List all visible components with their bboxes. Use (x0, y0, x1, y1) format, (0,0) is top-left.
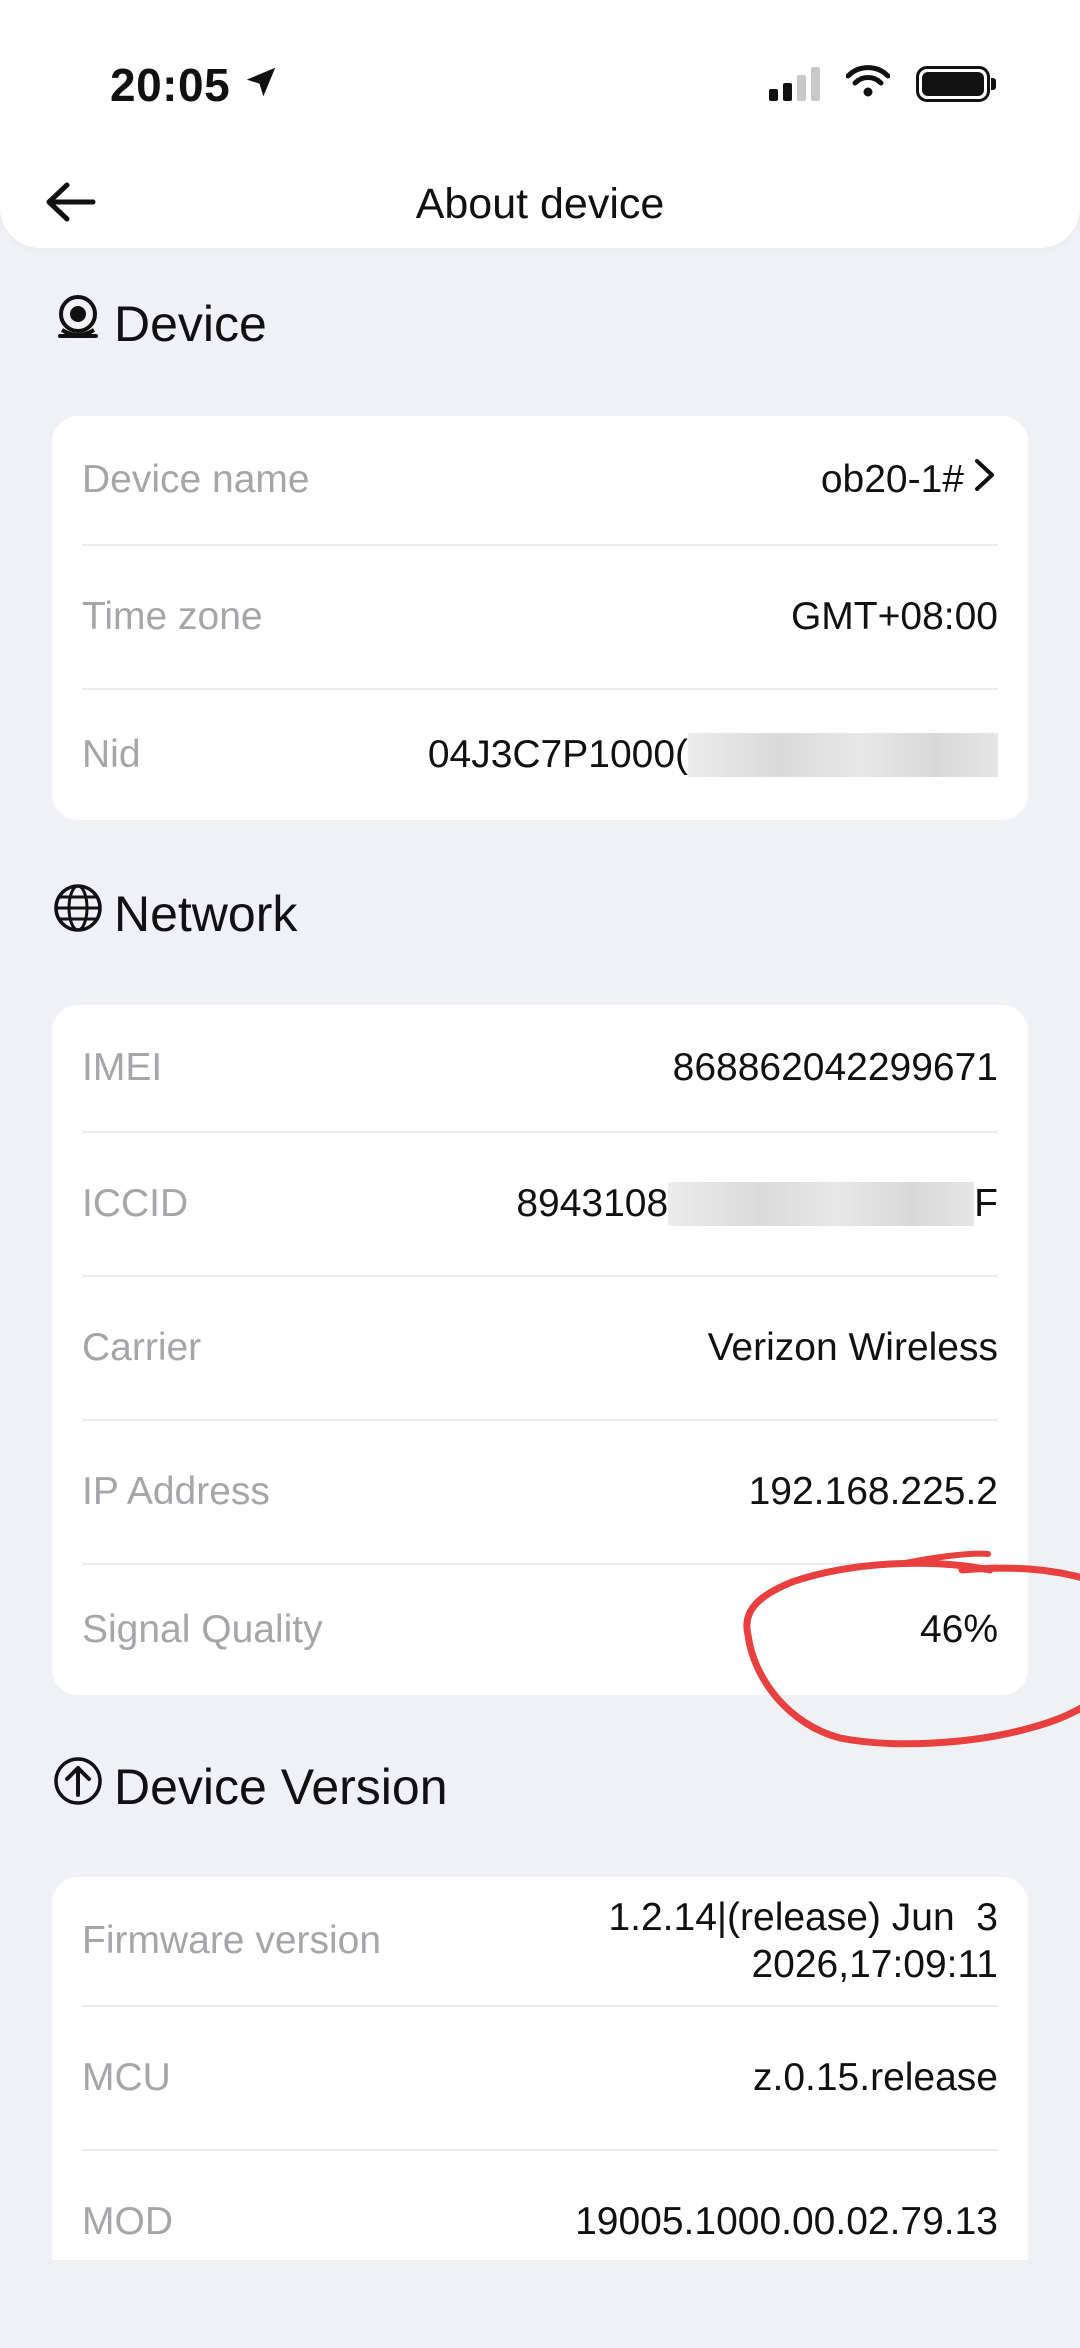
row-label: Nid (82, 733, 141, 776)
location-arrow-icon (242, 58, 280, 112)
wifi-icon (845, 64, 891, 103)
section-title-text: Device Version (114, 1759, 448, 1815)
section-title-text: Network (114, 886, 298, 942)
nid-row: Nid 04J3C7P1000( (82, 690, 998, 820)
nav-bar: About device (0, 160, 1080, 248)
status-time: 20:05 (110, 58, 280, 112)
time-zone-row: Time zone GMT+08:00 (82, 546, 998, 690)
row-value: ob20-1# (821, 457, 998, 503)
camera-icon (52, 292, 104, 356)
network-card: IMEI 868862042299671 ICCID 8943108 F Car… (52, 1005, 1028, 1695)
cellular-signal-icon (769, 66, 820, 101)
imei-row: IMEI 868862042299671 (82, 1005, 998, 1133)
status-time-text: 20:05 (110, 59, 231, 111)
nid-value: 04J3C7P1000( (428, 733, 998, 777)
version-card: Firmware version 1.2.14|(release) Jun 3 … (52, 1877, 1028, 2260)
imei-value: 868862042299671 (672, 1046, 998, 1089)
section-title-text: Device (114, 296, 267, 352)
status-bar: 20:05 (0, 0, 1080, 160)
row-label: Device name (82, 458, 310, 501)
iccid-row: ICCID 8943108 F (82, 1133, 998, 1277)
section-title-version: Device Version (52, 1755, 448, 1819)
device-name-value: ob20-1# (820, 458, 964, 501)
arrow-up-circle-icon (52, 1755, 104, 1819)
chevron-right-icon (964, 457, 998, 503)
firmware-version-row: Firmware version 1.2.14|(release) Jun 3 … (82, 1877, 998, 2007)
carrier-row: Carrier Verizon Wireless (82, 1277, 998, 1421)
nid-value-text: 04J3C7P1000( (427, 733, 688, 776)
row-label: IP Address (82, 1470, 270, 1513)
row-label: IMEI (82, 1046, 163, 1089)
page-title: About device (415, 180, 665, 228)
row-label: ICCID (82, 1182, 189, 1225)
row-label: MOD (82, 2200, 173, 2243)
row-label: Time zone (82, 595, 263, 638)
section-title-device: Device (52, 292, 267, 356)
iccid-value-text: 8943108 (516, 1182, 669, 1225)
redacted-block (668, 1182, 975, 1226)
iccid-value-suffix: F (974, 1182, 998, 1225)
iccid-value: 8943108 F (516, 1182, 998, 1226)
signal-quality-value: 46% (919, 1608, 998, 1651)
device-name-row[interactable]: Device name ob20-1# (82, 416, 998, 546)
mod-row: MOD 19005.1000.00.02.79.13 (82, 2151, 998, 2260)
row-label: MCU (82, 2056, 171, 2099)
firmware-version-line1: 1.2.14|(release) Jun 3 (608, 1896, 998, 1939)
redacted-block (688, 733, 998, 777)
ip-address-row: IP Address 192.168.225.2 (82, 1421, 998, 1565)
row-label: Firmware version (82, 1919, 382, 1962)
mcu-row: MCU z.0.15.release (82, 2007, 998, 2151)
device-card: Device name ob20-1# Time zone GMT+08:00 … (52, 416, 1028, 820)
time-zone-value: GMT+08:00 (790, 595, 998, 638)
section-title-network: Network (52, 882, 297, 946)
ip-address-value: 192.168.225.2 (748, 1470, 998, 1513)
firmware-version-value: 1.2.14|(release) Jun 3 2026,17:09:11 (608, 1894, 998, 1988)
mcu-value: z.0.15.release (753, 2056, 998, 2099)
battery-icon (916, 65, 996, 102)
status-icons (769, 64, 996, 103)
mod-value: 19005.1000.00.02.79.13 (575, 2200, 998, 2243)
firmware-version-line2: 2026,17:09:11 (751, 1943, 998, 1986)
globe-icon (52, 882, 104, 946)
row-label: Carrier (82, 1326, 202, 1369)
carrier-value: Verizon Wireless (707, 1326, 998, 1369)
row-label: Signal Quality (82, 1608, 323, 1651)
bottom-area (0, 2260, 1080, 2348)
signal-quality-row: Signal Quality 46% (82, 1565, 998, 1695)
